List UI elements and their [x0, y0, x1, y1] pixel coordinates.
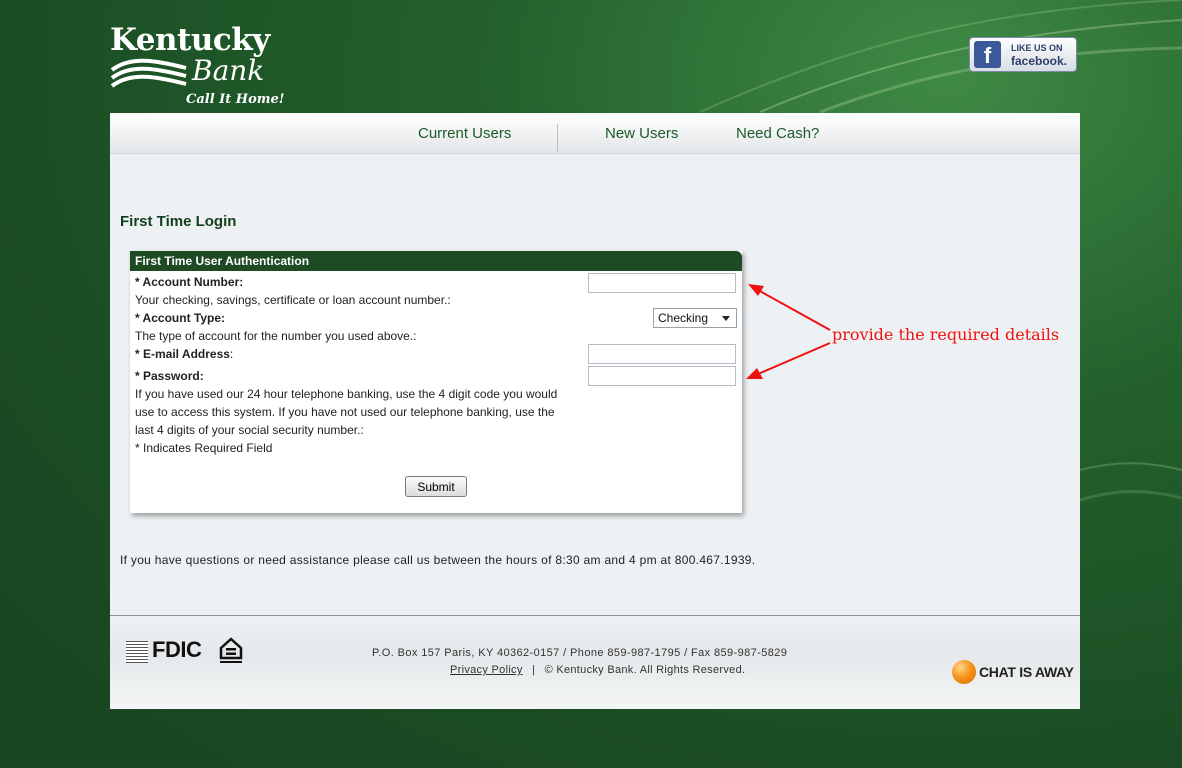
account-number-input[interactable]: [588, 273, 736, 293]
kentucky-bank-logo[interactable]: Kentucky Bank Call It Home!: [110, 22, 300, 110]
required-note: * Indicates Required Field: [135, 441, 273, 455]
nav-new-users[interactable]: New Users: [605, 125, 678, 142]
footer-address: P.O. Box 157 Paris, KY 40362-0157 / Phon…: [372, 647, 788, 659]
password-input[interactable]: [588, 366, 736, 386]
footer-separator: |: [532, 664, 536, 676]
authentication-form: First Time User Authentication * Account…: [130, 251, 742, 513]
page-title: First Time Login: [120, 213, 237, 230]
account-type-label: * Account Type:: [135, 311, 226, 325]
account-type-help: The type of account for the number you u…: [135, 329, 417, 343]
submit-button[interactable]: Submit: [405, 476, 467, 497]
password-help-line1: If you have used our 24 hour telephone b…: [135, 387, 558, 401]
privacy-policy-link[interactable]: Privacy Policy: [450, 664, 523, 676]
form-header: First Time User Authentication: [130, 251, 742, 271]
equal-housing-lender-icon: [219, 637, 243, 663]
email-label: * E-mail Address:: [135, 347, 234, 361]
account-number-label: * Account Number:: [135, 275, 244, 289]
footer-links: Privacy Policy | © Kentucky Bank. All Ri…: [450, 664, 745, 676]
email-input[interactable]: [588, 344, 736, 364]
nav-separator: [557, 124, 558, 152]
facebook-line1: LIKE US ON: [1011, 43, 1063, 53]
password-label: * Password:: [135, 369, 204, 383]
facebook-line2: facebook.: [1011, 54, 1068, 68]
password-help-line3: last 4 digits of your social security nu…: [135, 423, 364, 437]
chat-status-label: CHAT IS AWAY: [979, 664, 1074, 680]
logo-wave-icon: [110, 58, 187, 88]
account-type-select[interactable]: Checking: [653, 308, 737, 328]
main-panel: Current Users New Users Need Cash? First…: [110, 113, 1080, 709]
logo-name-line2: Bank: [192, 54, 265, 87]
facebook-like-button[interactable]: f LIKE US ON facebook.: [969, 37, 1077, 72]
account-number-help: Your checking, savings, certificate or l…: [135, 293, 451, 307]
logo-tagline: Call It Home!: [186, 92, 285, 107]
logo-name-line1: Kentucky: [110, 22, 270, 58]
nav-need-cash[interactable]: Need Cash?: [736, 125, 819, 142]
annotation-text: provide the required details: [832, 325, 1060, 344]
help-text: If you have questions or need assistance…: [120, 553, 756, 567]
fdic-logo: FDIC: [152, 637, 202, 662]
chat-orb-icon: [952, 660, 976, 684]
copyright-text: © Kentucky Bank. All Rights Reserved.: [544, 664, 746, 676]
top-nav: Current Users New Users Need Cash?: [110, 113, 1080, 154]
account-type-value: Checking: [658, 311, 709, 325]
nav-current-users[interactable]: Current Users: [418, 125, 511, 142]
fdic-seal-icon: [126, 641, 148, 663]
password-help-line2: use to access this system. If you have n…: [135, 405, 555, 419]
chevron-down-icon: [722, 316, 730, 321]
facebook-f-icon: f: [974, 41, 1001, 68]
footer: FDIC P.O. Box 157 Paris, KY 40362-0157 /…: [110, 616, 1080, 709]
